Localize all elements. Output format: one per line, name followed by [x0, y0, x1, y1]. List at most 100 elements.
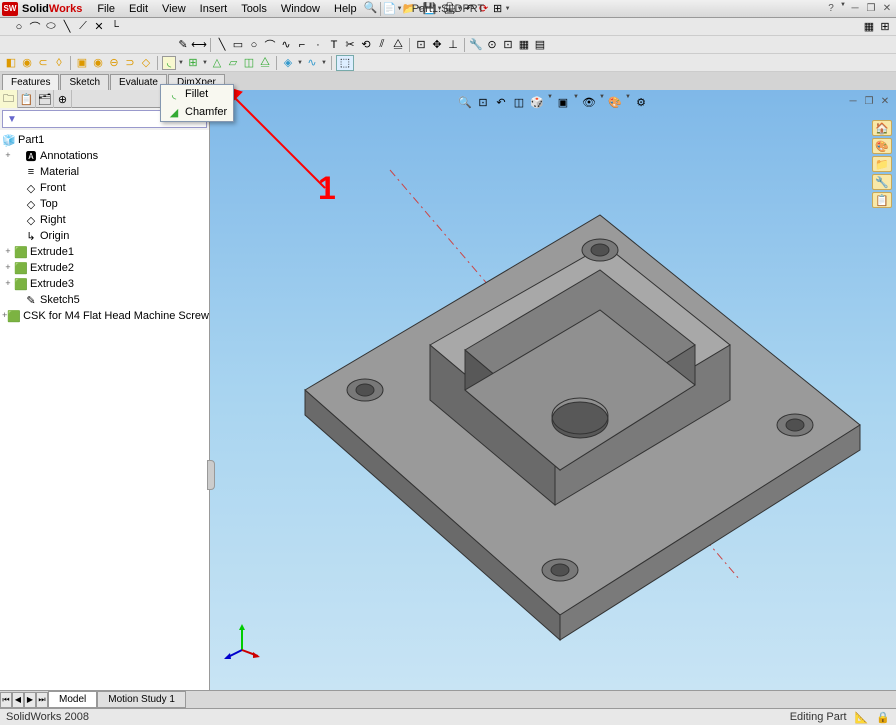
tree-item[interactable]: +🟩Extrude2: [2, 260, 207, 276]
corner-icon[interactable]: └: [108, 20, 122, 34]
center-icon[interactable]: ✕: [92, 20, 106, 34]
menu-help[interactable]: Help: [327, 1, 364, 17]
mirror-feat-icon[interactable]: ⧋: [258, 56, 272, 70]
revolve-boss-icon[interactable]: ◉: [20, 56, 34, 70]
instant3d-icon[interactable]: ⬚: [336, 55, 354, 71]
splitter-handle[interactable]: [207, 460, 215, 490]
display-icon[interactable]: ▦: [862, 20, 876, 34]
tree-item[interactable]: ✎Sketch5: [2, 292, 207, 308]
menu-file[interactable]: File: [90, 1, 122, 17]
zoom-area-icon[interactable]: ⊡: [475, 94, 491, 110]
view-orient-icon[interactable]: 🎲: [529, 94, 545, 110]
tab-scroll-first-icon[interactable]: ⏮: [0, 692, 12, 708]
tree-expand-icon[interactable]: [2, 199, 14, 209]
revolve-cut-icon[interactable]: ⊖: [107, 56, 121, 70]
tree-expand-icon[interactable]: [2, 167, 14, 177]
viewport[interactable]: 🔍 ⊡ ↶ ◫ 🎲▼ ▣▼ 👁▼ 🎨▼ ⚙ ─ ❐ ✕ 🏠 🎨 📁 🔧 📋: [210, 90, 896, 690]
tree-expand-icon[interactable]: [2, 295, 14, 305]
tangent-icon[interactable]: ⟋: [76, 20, 90, 34]
move-icon[interactable]: ✥: [430, 38, 444, 52]
line-icon[interactable]: ╲: [60, 20, 74, 34]
shell-icon[interactable]: ◫: [242, 56, 256, 70]
mirror2-icon[interactable]: ▦: [517, 38, 531, 52]
bottom-tab-model[interactable]: Model: [48, 691, 97, 708]
maximize-icon[interactable]: ❐: [864, 2, 878, 16]
panel-tab-feature-tree[interactable]: 🗀: [0, 90, 18, 108]
menu-window[interactable]: Window: [274, 1, 327, 17]
close-icon[interactable]: ✕: [880, 2, 894, 16]
mirror-icon[interactable]: ⧋: [391, 38, 405, 52]
ref-geom-icon[interactable]: ◈: [281, 56, 295, 70]
tree-item[interactable]: ◇Front: [2, 180, 207, 196]
side-btn-2[interactable]: 🎨: [872, 138, 892, 154]
convert-icon[interactable]: ⟲: [359, 38, 373, 52]
zoom-fit-icon[interactable]: 🔍: [457, 94, 473, 110]
new-doc-icon[interactable]: 📄: [383, 2, 397, 16]
viewport-minimize-icon[interactable]: ─: [846, 94, 860, 108]
tree-item[interactable]: ◇Top: [2, 196, 207, 212]
tab-features[interactable]: Features: [2, 74, 59, 90]
bottom-tab-motion[interactable]: Motion Study 1: [97, 691, 186, 708]
options-icon[interactable]: ⊞: [491, 2, 505, 16]
circle-icon[interactable]: ○: [12, 20, 26, 34]
arc-icon[interactable]: ⌒: [28, 20, 42, 34]
side-btn-5[interactable]: 📋: [872, 192, 892, 208]
arc-tool-icon[interactable]: ⌒: [263, 38, 277, 52]
tree-expand-icon[interactable]: [2, 215, 14, 225]
tree-expand-icon[interactable]: +: [2, 247, 14, 257]
linear-icon[interactable]: ▤: [533, 38, 547, 52]
dropdown-fillet[interactable]: ◟ Fillet: [161, 85, 233, 103]
panel-tab-dimxpert[interactable]: ⊕: [54, 90, 72, 108]
tab-sketch[interactable]: Sketch: [60, 74, 109, 90]
tree-expand-icon[interactable]: [2, 231, 14, 241]
tree-expand-icon[interactable]: [2, 183, 14, 193]
scene-icon[interactable]: 🎨: [607, 94, 623, 110]
status-unit-icon[interactable]: 📐: [855, 711, 869, 724]
tree-item[interactable]: ↳Origin: [2, 228, 207, 244]
panel-tab-property[interactable]: 📋: [18, 90, 36, 108]
repair-icon[interactable]: 🔧: [469, 38, 483, 52]
rib-icon[interactable]: △: [210, 56, 224, 70]
construction-icon[interactable]: ⊡: [501, 38, 515, 52]
viewport-close-icon[interactable]: ✕: [878, 94, 892, 108]
status-lock-icon[interactable]: 🔒: [876, 711, 890, 724]
text-tool-icon[interactable]: T: [327, 38, 341, 52]
spline-tool-icon[interactable]: ∿: [279, 38, 293, 52]
tab-scroll-prev-icon[interactable]: ◀: [12, 692, 24, 708]
side-btn-4[interactable]: 🔧: [872, 174, 892, 190]
tree-expand-icon[interactable]: +: [2, 151, 14, 161]
viewport-maximize-icon[interactable]: ❐: [862, 94, 876, 108]
search-icon[interactable]: 🔍: [364, 1, 378, 15]
sketch-icon[interactable]: ✎: [176, 38, 190, 52]
line-tool-icon[interactable]: ╲: [215, 38, 229, 52]
section-icon[interactable]: ◫: [511, 94, 527, 110]
relations-icon[interactable]: ⊥: [446, 38, 460, 52]
ellipse-icon[interactable]: ⬭: [44, 20, 58, 34]
hide-show-icon[interactable]: 👁: [581, 94, 597, 110]
tree-expand-icon[interactable]: +: [2, 279, 14, 289]
quick-snap-icon[interactable]: ⊙: [485, 38, 499, 52]
menu-insert[interactable]: Insert: [193, 1, 235, 17]
help-icon[interactable]: ?: [824, 2, 838, 16]
pattern-icon[interactable]: ⊡: [414, 38, 428, 52]
tree-item[interactable]: ◇Right: [2, 212, 207, 228]
minimize-icon[interactable]: ─: [848, 2, 862, 16]
loft-cut-icon[interactable]: ◇: [139, 56, 153, 70]
tab-evaluate[interactable]: Evaluate: [110, 74, 167, 90]
extrude-boss-icon[interactable]: ◧: [4, 56, 18, 70]
tree-root[interactable]: 🧊 Part1: [2, 132, 207, 148]
dropdown-chamfer[interactable]: ◢ Chamfer: [161, 103, 233, 121]
panel-tab-config[interactable]: 🗂: [36, 90, 54, 108]
draft-icon[interactable]: ▱: [226, 56, 240, 70]
trim-icon[interactable]: ✂: [343, 38, 357, 52]
offset-icon[interactable]: ⫽: [375, 38, 389, 52]
circle-tool-icon[interactable]: ○: [247, 38, 261, 52]
grid-icon[interactable]: ⊞: [878, 20, 892, 34]
tree-item[interactable]: +🟩Extrude3: [2, 276, 207, 292]
extrude-cut-icon[interactable]: ▣: [75, 56, 89, 70]
orientation-triad[interactable]: [222, 620, 262, 660]
tab-scroll-last-icon[interactable]: ⏭: [36, 692, 48, 708]
tree-item[interactable]: +🟩CSK for M4 Flat Head Machine Screw1: [2, 308, 207, 324]
dim-icon[interactable]: ⟷: [192, 38, 206, 52]
fillet-feat-icon[interactable]: ◟: [162, 56, 176, 70]
